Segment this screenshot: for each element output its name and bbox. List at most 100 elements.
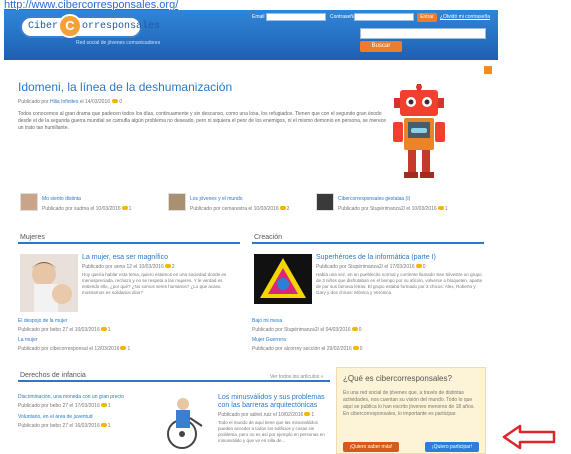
email-label: Email [252,14,265,20]
comment-bubble-icon [120,346,127,350]
search-input[interactable] [360,28,486,39]
featured-title[interactable]: Idomeni, la línea de la deshumanización [18,80,232,94]
rss-icon[interactable] [484,66,492,74]
email-input[interactable] [266,13,326,21]
red-arrow-icon [502,424,556,450]
derechos-item-1-title[interactable]: Discriminación, una moneda con un gran p… [18,394,124,400]
comment-bubble-icon [415,264,422,268]
site-logo[interactable]: Ciber C orresponsales [20,14,160,38]
derechos-item-1-meta: Publicado por bebo 27 el 17/03/2016 1 [18,403,111,409]
meta-text: Publicado por anna 12 el 10/03/2016 [82,264,164,270]
featured-author-link[interactable]: Hilia Infinites [50,99,78,105]
comment-bubble-icon [352,346,359,350]
creacion-item-1-meta: Publicado por Stupérimanza2/ el 04/03/20… [252,327,361,333]
related-thumb-2[interactable] [168,193,186,211]
featured-date: el 14/03/2016 [79,99,111,105]
creacion-main-text: Había una vez, en un pueblecito normal y… [316,272,483,295]
creacion-main-title[interactable]: Superhéroes de la informática (parte I) [316,254,482,262]
creacion-item-1-title[interactable]: Bajo mi mesa [252,318,282,324]
section-title-mujeres[interactable]: Mujeres [20,234,45,241]
comment-count: 2 [171,264,175,270]
derechos-main-text: Todo el mundo de aquí tiene que las minu… [218,420,325,443]
comment-count: 0 [422,264,426,270]
meta-text: Publicado por alcorrey sección el 29/02/… [252,346,352,352]
comment-count: 1 [107,327,111,333]
meta-text: Publicado por Stupérimanza2/ el 17/03/20… [316,264,415,270]
related-comments: 1 [444,206,448,212]
search-button[interactable]: Buscar [360,41,402,52]
site-slogan: Red social de jóvenes comunicadores [76,40,161,46]
featured-excerpt: Todos conocemos al gran drama que padece… [18,111,387,131]
creacion-item-2-title[interactable]: Mujer Guerrera [252,337,286,343]
logo-o-icon: C [58,14,82,38]
creacion-main-image[interactable] [254,254,312,304]
related-title-2[interactable]: Los jóvenes y el mundo [190,196,243,202]
related-thumb-3[interactable] [316,193,334,211]
section-title-derechos[interactable]: Derechos de infancia [20,372,86,379]
mujeres-item-1-meta: Publicado por bebo 27 el 10/03/2016 1 [18,327,111,333]
mujeres-item-2-meta: Publicado por cibecorresponsal el 12/03/… [18,346,130,352]
login-button[interactable]: Entrar [417,13,437,22]
mujeres-item-1-title[interactable]: El despojo de la mujer [18,318,67,324]
robot-illustration-icon [393,84,445,178]
mujeres-main-text: Hoy quería hablar esta tema, quiero esta… [82,272,227,295]
section-header-creacion [252,230,484,244]
meta-prefix: Publicado por [18,99,49,105]
comment-bubble-icon [351,327,358,331]
logo-text-right: orresponsales [82,21,161,32]
meta-text: Publicado por Stupérimanza2/ el 04/03/20… [252,327,351,333]
meta-text: Publicado por bebo 27 el 16/03/2016 [18,423,100,429]
derechos-main-title[interactable]: Los minusválidos y sus problemas con las… [218,394,330,410]
comment-bubble-icon [100,403,107,407]
comment-bubble-icon [100,423,107,427]
meta-text: Publicado por adriel.ruiz el 10/02/2016 [218,412,304,418]
related-meta-2: Publicado por cemarestra el 10/03/2016 2 [190,206,289,212]
comment-bubble-icon [304,412,311,416]
comment-count: 0 [358,327,362,333]
password-input[interactable] [354,13,414,21]
derechos-item-2-meta: Publicado por bebo 27 el 16/03/2016 1 [18,423,111,429]
meta-text: Publicado por bebo 27 el 10/03/2016 [18,327,100,333]
section-header-mujeres [18,230,240,244]
related-meta-3: Publicado por Stupérimanza2/ el 10/03/20… [338,206,447,212]
comment-bubble-icon [164,264,171,268]
derechos-item-2-title[interactable]: Voluntario, en el área de juventud [18,414,93,420]
related-thumb-1[interactable] [20,193,38,211]
comment-count: 1 [107,423,111,429]
comment-count: 1 [311,412,315,418]
meta-text: Publicado por bebo 27 el 17/03/2016 [18,403,100,409]
related-meta-text: Publicado por sudma el 10/03/2016 [42,206,121,212]
comment-bubble-icon [112,99,119,103]
comment-bubble-icon [100,327,107,331]
related-meta-text: Publicado por cemarestra el 10/03/2016 [190,206,279,212]
derechos-main-meta: Publicado por adriel.ruiz el 10/02/2016 1 [218,412,314,418]
learn-more-button[interactable]: ¡Quiero saber más! [343,442,399,452]
comment-count: 1 [107,403,111,409]
related-meta-text: Publicado por Stupérimanza2/ el 10/03/20… [338,206,437,212]
site-header: Ciber C orresponsales Red social de jóve… [4,10,498,60]
meta-text: Publicado por cibecorresponsal el 12/03/… [18,346,120,352]
see-all-articles-link[interactable]: Ver todos los artículos » [270,374,323,380]
password-label: Contraseña [330,14,356,20]
mujeres-item-2-title[interactable]: La mujer [18,337,37,343]
about-text: Es una red social de jóvenes que, a trav… [343,390,475,417]
section-title-creacion[interactable]: Creación [254,234,282,241]
related-title-1[interactable]: Mo siento distinta [42,196,81,202]
mujeres-main-title[interactable]: La mujer, esa ser magnífico [82,254,232,262]
about-title: ¿Qué es cibercorresponsales? [343,374,452,383]
comment-count: 1 [127,346,131,352]
derechos-main-image[interactable] [152,392,214,452]
related-meta-1: Publicado por sudma el 10/03/2016 1 [42,206,131,212]
forgot-password-link[interactable]: ¿Olvidó mi contraseña [440,14,490,20]
mujeres-main-image[interactable] [20,254,78,312]
related-comments: 2 [286,206,290,212]
comment-bubble-icon [279,206,286,210]
mujeres-main-meta: Publicado por anna 12 el 10/03/2016 2 [82,264,175,270]
related-comments: 1 [128,206,132,212]
related-title-3[interactable]: Cibercorresponsales gestalaa (I) [338,196,410,202]
join-button[interactable]: ¡Quiero participar! [425,442,479,452]
creacion-item-2-meta: Publicado por alcorrey sección el 29/02/… [252,346,363,352]
comment-count: 0 [359,346,363,352]
comment-bubble-icon [121,206,128,210]
featured-comments: 0 [119,99,123,105]
